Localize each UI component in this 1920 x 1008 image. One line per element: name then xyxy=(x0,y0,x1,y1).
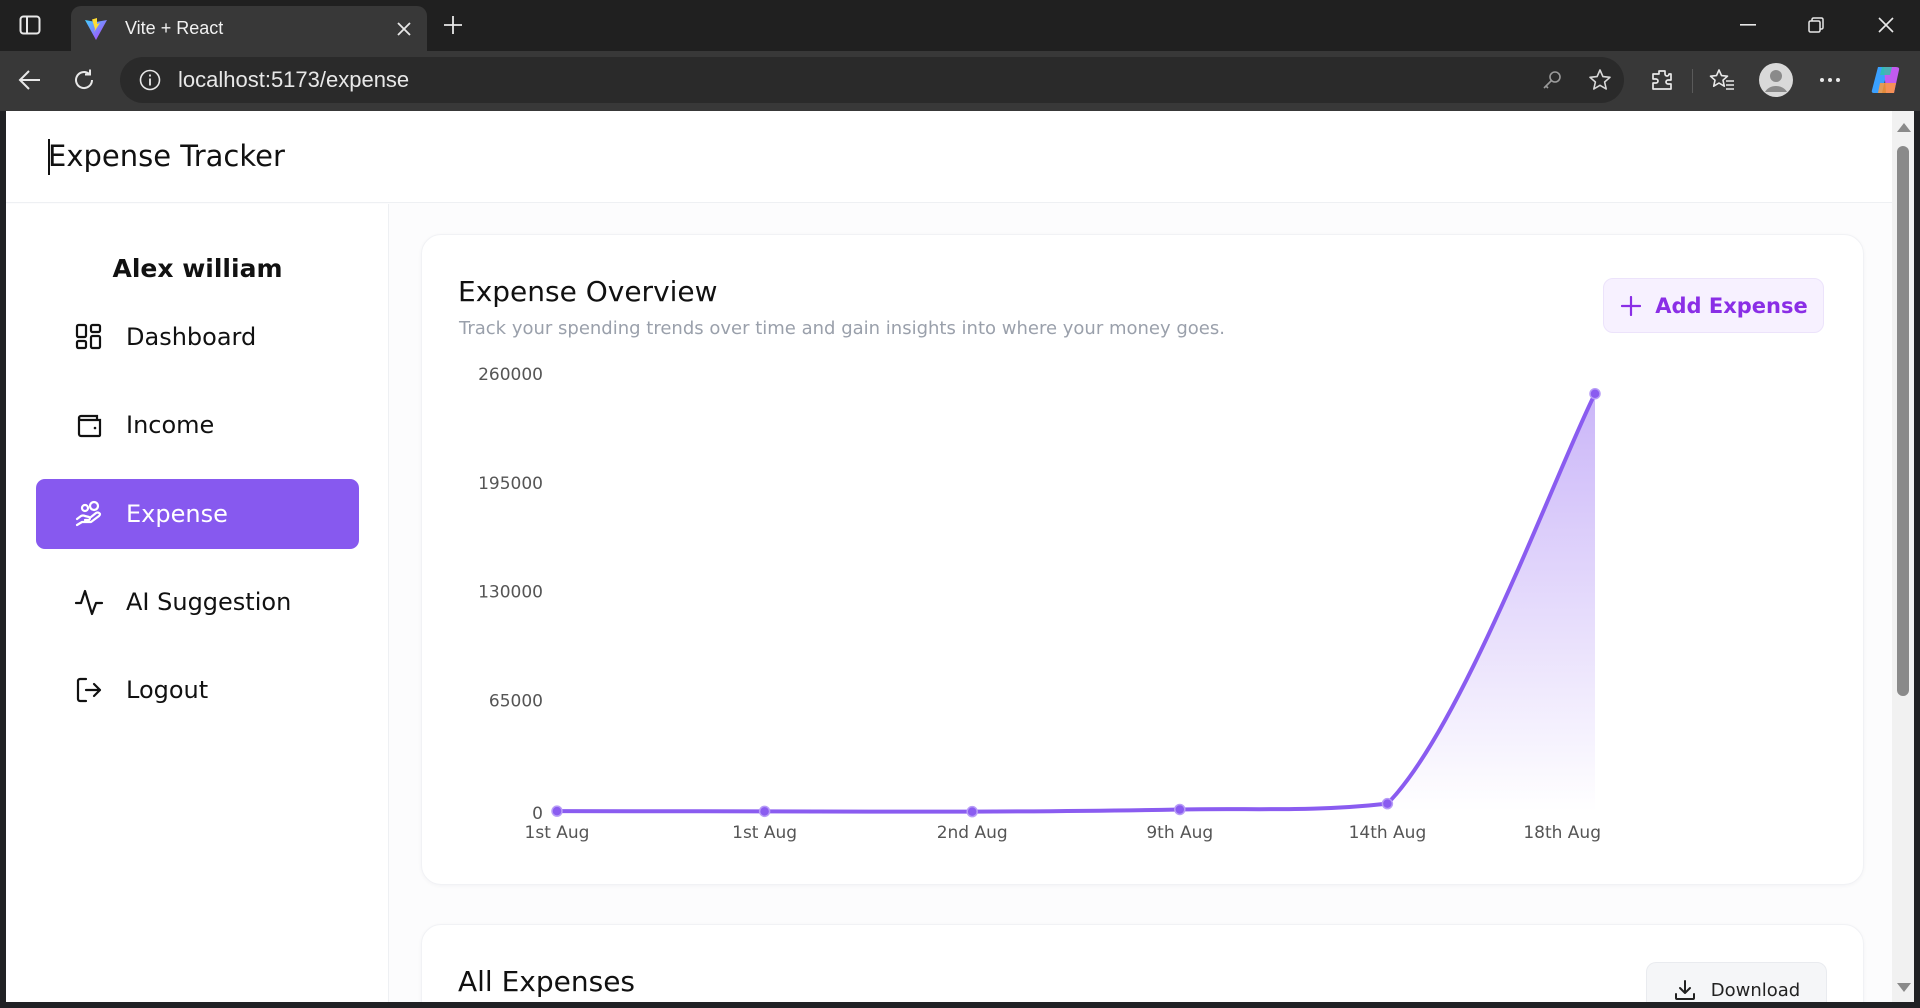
browser-toolbar: localhost:5173/expense xyxy=(0,51,1920,111)
y-tick-label: 65000 xyxy=(489,691,543,711)
close-window-icon[interactable] xyxy=(1858,4,1914,46)
hand-coins-icon xyxy=(74,499,104,529)
new-tab-icon[interactable] xyxy=(436,8,470,42)
user-name: Alex william xyxy=(112,254,283,283)
vite-logo-icon xyxy=(83,16,109,42)
sidebar-item-label: Expense xyxy=(126,500,228,528)
browser-tab-bar: Vite + React xyxy=(0,0,1920,51)
url-text: localhost:5173/expense xyxy=(178,67,410,92)
more-options-icon[interactable] xyxy=(1810,60,1850,100)
sidebar-item-income[interactable]: Income xyxy=(36,390,359,460)
page-scrollbar[interactable] xyxy=(1892,111,1914,1002)
extensions-icon[interactable] xyxy=(1642,60,1682,100)
site-info-icon[interactable] xyxy=(126,69,174,91)
minimize-icon[interactable] xyxy=(1720,4,1776,46)
x-tick-label: 9th Aug xyxy=(1146,823,1213,843)
sidebar-item-dashboard[interactable]: Dashboard xyxy=(36,302,359,372)
chart-area-fill xyxy=(557,393,1595,812)
app-title: Expense Tracker xyxy=(48,139,285,173)
address-bar[interactable]: localhost:5173/expense xyxy=(120,57,1624,103)
key-icon[interactable] xyxy=(1528,69,1576,91)
sidebar-item-label: Logout xyxy=(126,676,209,704)
x-tick-label: 1st Aug xyxy=(732,823,797,843)
sidebar-item-label: AI Suggestion xyxy=(126,588,292,616)
all-expenses-card: All Expenses Download xyxy=(421,924,1864,1002)
sidebar-item-expense[interactable]: Expense xyxy=(36,479,359,549)
expense-line-chart: 0 65000 130000 195000 260000 1st Aug 1st Aug 2… xyxy=(478,365,1601,843)
y-tick-label: 130000 xyxy=(478,583,543,603)
expense-overview-card: Expense Overview Track your spending tre… xyxy=(421,234,1864,885)
download-icon xyxy=(1673,978,1697,1002)
sidebar: Alex william Dashboard Income Expense AI… xyxy=(6,204,389,1002)
chart-data-point[interactable] xyxy=(551,805,563,817)
sidebar-item-ai-suggestion[interactable]: AI Suggestion xyxy=(36,567,359,637)
back-icon[interactable] xyxy=(10,60,50,100)
tab-actions-icon[interactable] xyxy=(14,10,46,40)
chart-data-point[interactable] xyxy=(758,805,771,818)
download-button[interactable]: Download xyxy=(1646,962,1827,1002)
chart-data-point[interactable] xyxy=(966,805,978,818)
x-tick-label: 14th Aug xyxy=(1349,823,1427,843)
copilot-icon[interactable] xyxy=(1866,60,1906,100)
browser-tab[interactable]: Vite + React xyxy=(71,6,427,51)
sidebar-item-label: Income xyxy=(126,411,215,439)
x-tick-label: 1st Aug xyxy=(525,823,590,843)
scroll-up-arrow-icon[interactable] xyxy=(1897,123,1911,132)
favorite-star-icon[interactable] xyxy=(1576,68,1624,92)
x-tick-label: 18th Aug xyxy=(1523,823,1601,843)
text-cursor xyxy=(48,139,50,175)
profile-avatar-icon[interactable] xyxy=(1756,60,1796,100)
tab-title: Vite + React xyxy=(125,18,224,38)
chart-data-point[interactable] xyxy=(1174,803,1186,816)
toolbar-separator xyxy=(1692,69,1693,93)
top-navbar: Expense Tracker xyxy=(6,111,1892,203)
y-tick-label: 195000 xyxy=(478,474,543,494)
chart-data-point[interactable] xyxy=(1381,797,1394,810)
wallet-icon xyxy=(74,410,104,440)
dashboard-icon xyxy=(74,322,104,352)
scrollbar-thumb[interactable] xyxy=(1897,146,1909,696)
x-tick-label: 2nd Aug xyxy=(937,823,1008,843)
logout-icon xyxy=(74,675,104,705)
activity-icon xyxy=(74,587,104,617)
sidebar-item-label: Dashboard xyxy=(126,323,257,351)
scroll-down-arrow-icon[interactable] xyxy=(1897,983,1911,992)
all-expenses-title: All Expenses xyxy=(458,965,636,998)
chart-data-point[interactable] xyxy=(1589,387,1601,400)
y-tick-label: 260000 xyxy=(478,365,543,385)
sidebar-item-logout[interactable]: Logout xyxy=(36,655,359,725)
app-page: Expense Tracker Alex william Dashboard I… xyxy=(6,111,1892,1002)
close-tab-icon[interactable] xyxy=(389,14,419,44)
y-tick-label: 0 xyxy=(532,804,543,824)
refresh-icon[interactable] xyxy=(64,60,104,100)
favorites-icon[interactable] xyxy=(1702,60,1742,100)
restore-icon[interactable] xyxy=(1788,4,1844,46)
download-label: Download xyxy=(1710,979,1801,1001)
